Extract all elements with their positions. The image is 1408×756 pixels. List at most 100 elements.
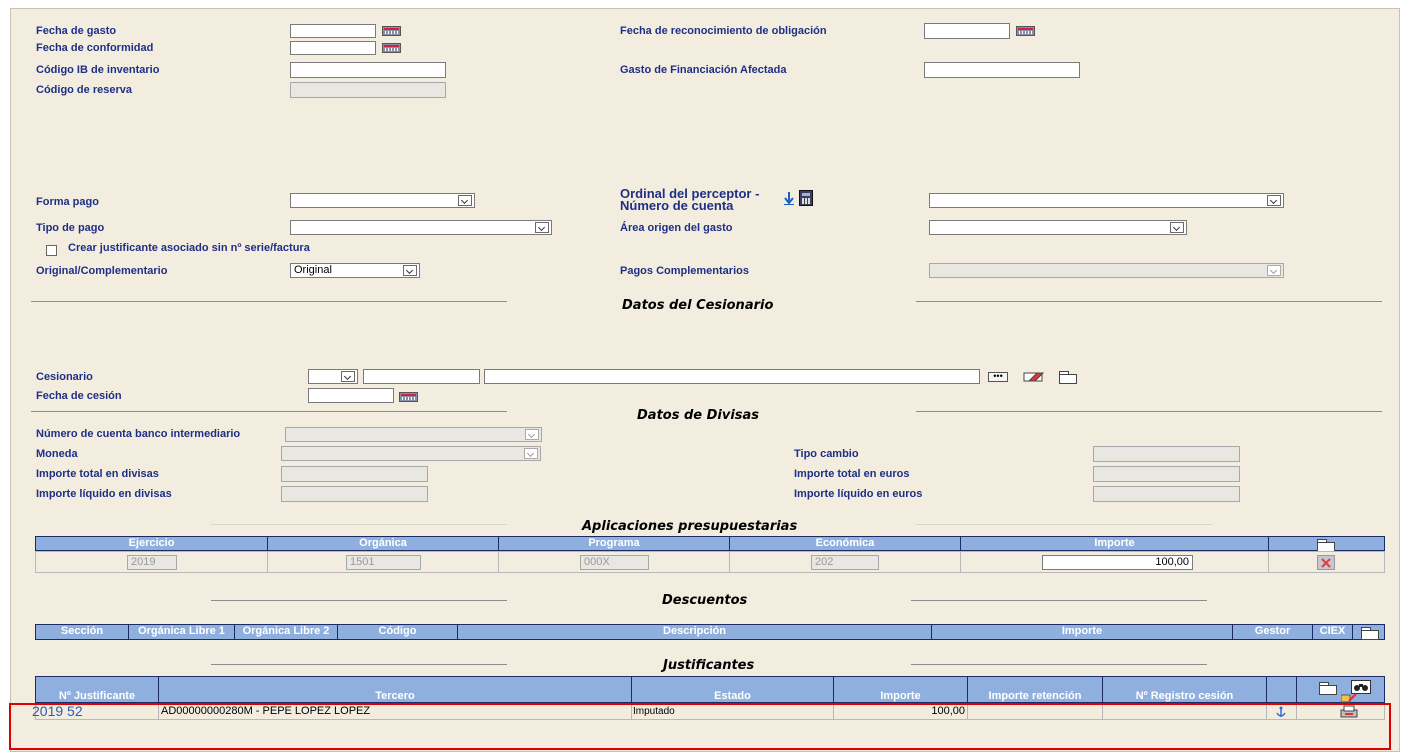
economica-input: 202 bbox=[811, 555, 879, 570]
chevron-down-icon bbox=[535, 222, 549, 233]
download-arrow-icon[interactable] bbox=[784, 191, 794, 205]
chevron-down-icon bbox=[525, 429, 539, 440]
table-cell: 202 bbox=[730, 552, 961, 572]
column-header: Orgánica bbox=[268, 537, 499, 550]
column-header: Estado bbox=[632, 677, 834, 702]
calendar-icon[interactable] bbox=[382, 26, 401, 36]
chevron-down-icon bbox=[458, 195, 472, 206]
original-complementario-select[interactable]: Original bbox=[290, 263, 420, 278]
column-header: Descripción bbox=[458, 625, 932, 639]
fecha-cesion-label: Fecha de cesión bbox=[36, 390, 122, 402]
calculator-icon[interactable] bbox=[799, 190, 813, 206]
eraser-icon[interactable] bbox=[1023, 371, 1047, 383]
chevron-down-icon bbox=[341, 371, 355, 382]
folder-icon[interactable] bbox=[1059, 371, 1077, 384]
fecha-cesion-input[interactable] bbox=[308, 388, 394, 403]
cesionario-nif-input[interactable] bbox=[363, 369, 480, 384]
importe-input[interactable]: 100,00 bbox=[1042, 555, 1193, 570]
divisas-section-title: Datos de Divisas bbox=[637, 408, 760, 423]
gasto-financiacion-input[interactable] bbox=[924, 62, 1080, 78]
chevron-down-icon bbox=[1267, 265, 1281, 276]
numero-cuenta-select[interactable] bbox=[929, 193, 1284, 208]
divider bbox=[211, 600, 507, 601]
forma-pago-select[interactable] bbox=[290, 193, 475, 208]
column-header: Código bbox=[338, 625, 458, 639]
column-header: Gestor bbox=[1233, 625, 1313, 639]
column-header: Nº Justificante bbox=[36, 677, 159, 702]
column-header: Importe bbox=[961, 537, 1269, 550]
delete-icon[interactable] bbox=[1317, 555, 1335, 570]
column-header: Nº Registro cesión bbox=[1103, 677, 1267, 702]
binoculars-icon[interactable] bbox=[1351, 680, 1371, 694]
add-column bbox=[1269, 537, 1384, 552]
cuenta-banco-label: Número de cuenta banco intermediario bbox=[36, 428, 241, 440]
cesionario-section-title: Datos del Cesionario bbox=[622, 298, 774, 313]
tipo-cambio-label: Tipo cambio bbox=[794, 448, 859, 460]
fecha-reconocimiento-input[interactable] bbox=[924, 23, 1010, 39]
table-cell: 000X bbox=[499, 552, 730, 572]
column-header: Importe retención bbox=[968, 677, 1103, 702]
column-header bbox=[1267, 677, 1297, 702]
crear-justificante-checkbox[interactable] bbox=[46, 245, 57, 256]
calendar-icon[interactable] bbox=[399, 392, 418, 402]
calendar-icon[interactable] bbox=[382, 43, 401, 53]
cesionario-type-select[interactable] bbox=[308, 369, 358, 384]
divider bbox=[31, 301, 507, 302]
area-origen-select[interactable] bbox=[929, 220, 1187, 235]
descuentos-section-title: Descuentos bbox=[662, 593, 748, 608]
aplicaciones-section-title: Aplicaciones presupuestarias bbox=[582, 519, 798, 534]
column-header: Programa bbox=[499, 537, 730, 550]
form-panel: Fecha de gasto Fecha de conformidad Códi… bbox=[10, 8, 1400, 752]
more-options-icon[interactable]: ••• bbox=[988, 372, 1008, 382]
fecha-reconocimiento-label: Fecha de reconocimiento de obligación bbox=[620, 25, 827, 37]
divider bbox=[211, 664, 507, 665]
tipo-pago-label: Tipo de pago bbox=[36, 222, 105, 234]
column-header: Sección bbox=[36, 625, 129, 639]
justificantes-table-header: Nº Justificante Tercero Estado Importe I… bbox=[35, 676, 1385, 703]
folder-icon[interactable] bbox=[1361, 627, 1379, 640]
divider bbox=[916, 524, 1212, 525]
crear-justificante-label: Crear justificante asociado sin nº serie… bbox=[68, 242, 310, 254]
divider bbox=[916, 411, 1382, 412]
ordinal-perceptor-label: Ordinal del perceptor - Número de cuenta bbox=[620, 187, 759, 213]
table-cell bbox=[1269, 552, 1384, 572]
folder-icon[interactable] bbox=[1317, 539, 1335, 552]
tipo-pago-select[interactable] bbox=[290, 220, 552, 235]
highlight-box bbox=[9, 703, 1391, 750]
column-header: Importe bbox=[932, 625, 1233, 639]
codigo-reserva-input bbox=[290, 82, 446, 98]
fecha-conformidad-input[interactable] bbox=[290, 41, 376, 55]
fecha-gasto-input[interactable] bbox=[290, 24, 376, 38]
pagos-complementarios-select bbox=[929, 263, 1284, 278]
tipo-cambio-input bbox=[1093, 446, 1240, 462]
table-cell: 2019 bbox=[36, 552, 268, 572]
cesionario-name-input[interactable] bbox=[484, 369, 980, 384]
moneda-label: Moneda bbox=[36, 448, 78, 460]
chevron-down-icon bbox=[1267, 195, 1281, 206]
pagos-complementarios-label: Pagos Complementarios bbox=[620, 265, 749, 277]
forma-pago-label: Forma pago bbox=[36, 196, 99, 208]
chevron-down-icon bbox=[403, 265, 417, 276]
folder-icon[interactable] bbox=[1319, 682, 1337, 695]
ordinal-line-2: Número de cuenta bbox=[620, 198, 734, 213]
liquido-euros-label: Importe líquido en euros bbox=[794, 488, 923, 500]
gasto-financiacion-label: Gasto de Financiación Afectada bbox=[620, 64, 787, 76]
programa-input: 000X bbox=[580, 555, 649, 570]
edit-icon[interactable] bbox=[1340, 693, 1357, 703]
codigo-ib-label: Código IB de inventario bbox=[36, 64, 160, 76]
total-divisas-input bbox=[281, 466, 428, 482]
table-cell: 1501 bbox=[268, 552, 499, 572]
column-header: Económica bbox=[730, 537, 961, 550]
liquido-euros-input bbox=[1093, 486, 1240, 502]
codigo-ib-input[interactable] bbox=[290, 62, 446, 78]
selected-value: Original bbox=[294, 264, 332, 276]
divider bbox=[211, 524, 507, 525]
cuenta-banco-select bbox=[285, 427, 542, 442]
divider bbox=[911, 664, 1207, 665]
calendar-icon[interactable] bbox=[1016, 26, 1035, 36]
column-header: Importe bbox=[834, 677, 968, 702]
divider bbox=[31, 411, 507, 412]
column-header: Tercero bbox=[159, 677, 632, 702]
aplicaciones-table-row: 2019 1501 000X 202 100,00 bbox=[35, 551, 1385, 573]
area-origen-label: Área origen del gasto bbox=[620, 222, 733, 234]
